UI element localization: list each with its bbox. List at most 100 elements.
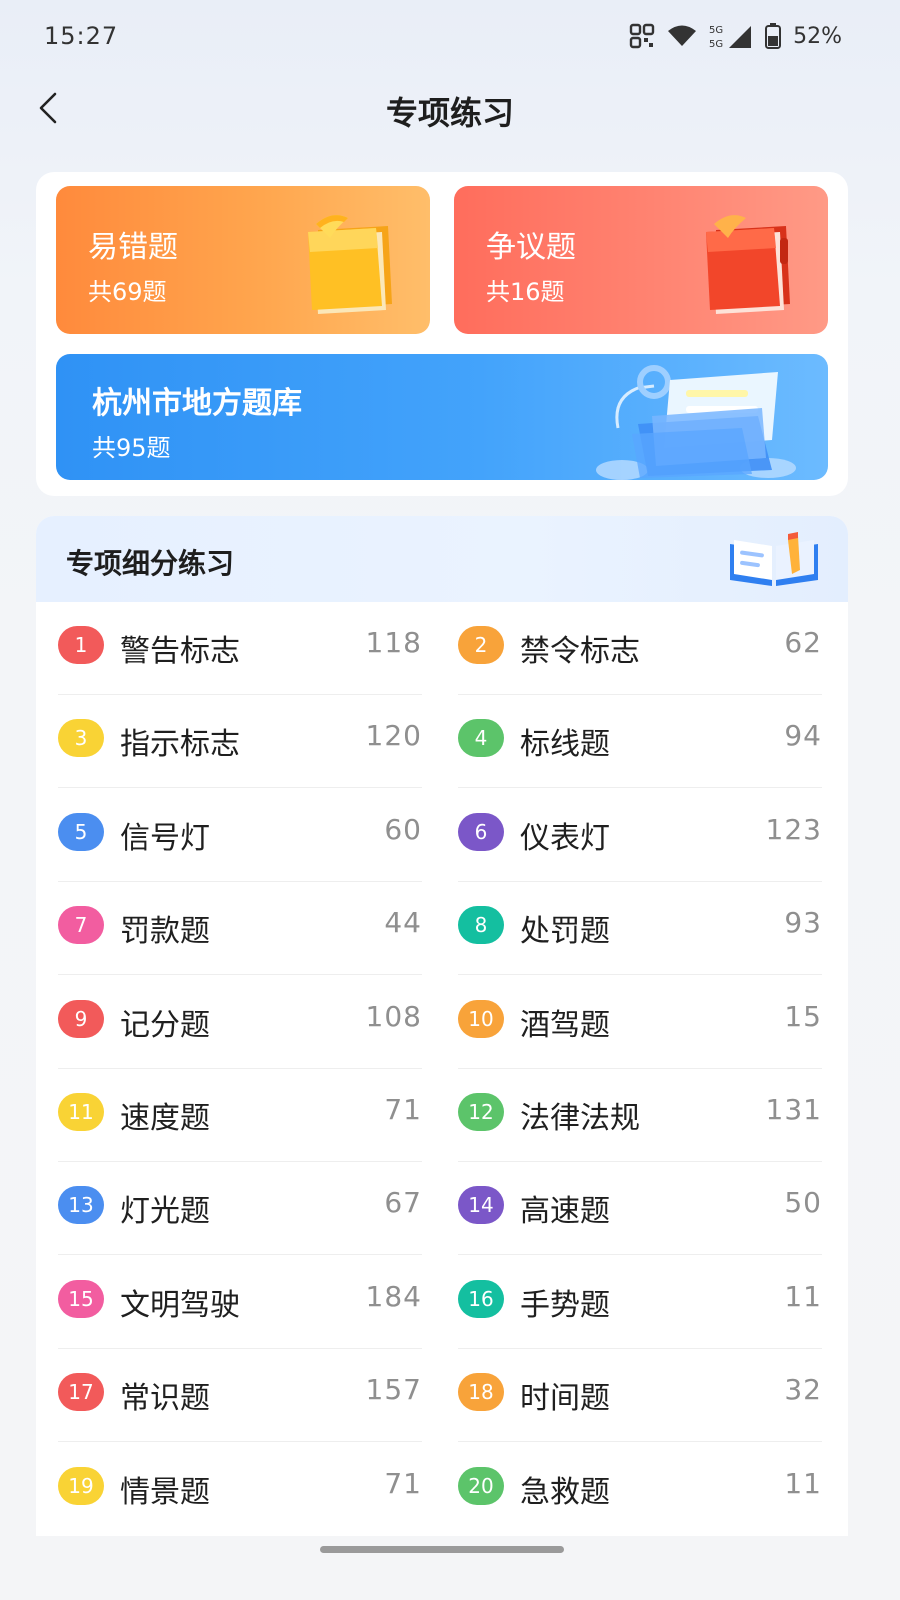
- svg-text:5G: 5G: [709, 25, 723, 36]
- signal-icon: 5G 5G: [709, 22, 753, 50]
- item-number-badge: 1: [58, 626, 104, 664]
- item-number-badge: 12: [458, 1093, 504, 1131]
- item-number-badge: 19: [58, 1466, 104, 1505]
- error-prone-title: 易错题: [88, 230, 178, 265]
- practice-item[interactable]: 20 急救题 11: [458, 1443, 822, 1536]
- folder-documents-icon: [582, 358, 812, 480]
- practice-item[interactable]: 6 仪表灯 123: [458, 789, 822, 882]
- status-time: 15:27: [44, 22, 119, 50]
- practice-item[interactable]: 14 高速题 50: [458, 1162, 822, 1256]
- item-count: 93: [784, 906, 822, 940]
- item-number-badge: 10: [458, 999, 504, 1038]
- item-label: 常识题: [120, 1381, 210, 1417]
- item-label: 文明驾驶: [120, 1287, 240, 1323]
- practice-item[interactable]: 2 禁令标志 62: [458, 602, 822, 695]
- practice-item[interactable]: 19 情景题 71: [58, 1443, 422, 1536]
- disputed-tile[interactable]: 争议题 共16题: [454, 186, 828, 334]
- item-label: 信号灯: [120, 820, 210, 856]
- yellow-book-icon: [296, 208, 402, 320]
- practice-item[interactable]: 16 手势题 11: [458, 1256, 822, 1349]
- page-title: 专项练习: [385, 94, 514, 132]
- item-label: 灯光题: [120, 1194, 210, 1230]
- item-count: 15: [784, 999, 822, 1033]
- item-number-badge: 2: [458, 626, 504, 664]
- sub-practice-panel: 专项细分练习 1 警告标志 118 2 禁令标志 62 3 指示标志 120 4 标线题 94 5 信号灯…: [36, 516, 848, 1536]
- item-number-badge: 5: [58, 812, 104, 851]
- item-count: 123: [765, 812, 822, 846]
- svg-text:5G: 5G: [709, 39, 723, 50]
- local-question-bank-tile[interactable]: 杭州市地方题库 共95题: [56, 354, 828, 480]
- item-count: 50: [784, 1186, 822, 1220]
- item-label: 禁令标志: [520, 634, 640, 669]
- practice-item[interactable]: 15 文明驾驶 184: [58, 1256, 422, 1349]
- wifi-icon: [667, 24, 697, 48]
- item-label: 罚款题: [120, 914, 210, 950]
- item-count: 108: [365, 999, 422, 1033]
- practice-item[interactable]: 12 法律法规 131: [458, 1069, 822, 1162]
- item-number-badge: 4: [458, 719, 504, 758]
- item-label: 手势题: [520, 1287, 610, 1323]
- item-count: 118: [365, 626, 422, 659]
- disputed-title: 争议题: [486, 230, 576, 265]
- item-count: 67: [384, 1186, 422, 1220]
- item-count: 157: [365, 1373, 422, 1407]
- item-number-badge: 15: [58, 1279, 104, 1318]
- home-indicator[interactable]: [320, 1546, 564, 1553]
- item-label: 情景题: [120, 1474, 210, 1510]
- item-number-badge: 14: [458, 1186, 504, 1225]
- item-count: 131: [765, 1093, 822, 1126]
- practice-item[interactable]: 3 指示标志 120: [58, 695, 422, 789]
- item-label: 指示标志: [120, 727, 240, 763]
- item-count: 60: [384, 812, 422, 846]
- practice-item[interactable]: 7 罚款题 44: [58, 882, 422, 976]
- item-count: 11: [784, 1466, 822, 1500]
- item-count: 32: [784, 1373, 822, 1407]
- nfc-icon: [629, 23, 655, 49]
- item-label: 时间题: [520, 1381, 610, 1417]
- practice-item[interactable]: 11 速度题 71: [58, 1069, 422, 1162]
- practice-item[interactable]: 5 信号灯 60: [58, 789, 422, 882]
- practice-item[interactable]: 18 时间题 32: [458, 1349, 822, 1443]
- panel-title: 专项细分练习: [66, 547, 235, 580]
- item-number-badge: 8: [458, 906, 504, 945]
- item-label: 酒驾题: [520, 1007, 610, 1043]
- error-prone-tile[interactable]: 易错题 共69题: [56, 186, 430, 334]
- item-count: 120: [365, 719, 422, 753]
- item-label: 记分题: [120, 1007, 210, 1043]
- item-label: 仪表灯: [520, 820, 610, 856]
- panel-header: 专项细分练习: [36, 516, 848, 602]
- item-count: 71: [384, 1093, 422, 1126]
- battery-icon: [765, 23, 782, 49]
- featured-sets-card: 易错题 共69题 争议题 共16题 杭州市地方题库 共95题: [36, 172, 848, 496]
- item-count: 11: [784, 1279, 822, 1313]
- practice-item[interactable]: 1 警告标志 118: [58, 602, 422, 695]
- open-book-pen-icon: [726, 530, 822, 594]
- item-number-badge: 9: [58, 999, 104, 1038]
- item-label: 急救题: [520, 1474, 610, 1510]
- local-bank-count: 共95题: [92, 434, 171, 462]
- practice-item[interactable]: 8 处罚题 93: [458, 882, 822, 976]
- item-number-badge: 13: [58, 1186, 104, 1225]
- item-number-badge: 11: [58, 1093, 104, 1131]
- item-label: 标线题: [520, 727, 610, 763]
- practice-item[interactable]: 4 标线题 94: [458, 695, 822, 789]
- item-count: 94: [784, 719, 822, 753]
- item-label: 高速题: [520, 1194, 610, 1230]
- practice-item[interactable]: 10 酒驾题 15: [458, 976, 822, 1069]
- item-count: 71: [384, 1466, 422, 1500]
- item-number-badge: 18: [458, 1373, 504, 1412]
- red-book-icon: [694, 208, 800, 320]
- item-label: 处罚题: [520, 914, 610, 950]
- item-label: 法律法规: [520, 1101, 640, 1136]
- item-number-badge: 6: [458, 812, 504, 851]
- practice-item[interactable]: 13 灯光题 67: [58, 1162, 422, 1256]
- practice-item[interactable]: 17 常识题 157: [58, 1349, 422, 1443]
- local-bank-title: 杭州市地方题库: [92, 386, 302, 421]
- item-count: 62: [784, 626, 822, 659]
- item-number-badge: 3: [58, 719, 104, 758]
- item-number-badge: 7: [58, 906, 104, 945]
- disputed-count: 共16题: [486, 278, 565, 306]
- status-bar: 15:27 5G 5G 52%: [0, 0, 900, 72]
- header: 专项练习: [0, 78, 900, 138]
- practice-item[interactable]: 9 记分题 108: [58, 976, 422, 1069]
